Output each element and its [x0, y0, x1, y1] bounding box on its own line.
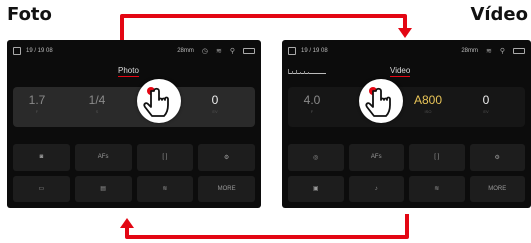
battery-icon: [243, 48, 255, 54]
storage-readout: 19 / 19 08: [26, 48, 53, 54]
aperture-value[interactable]: 4.0 F: [292, 93, 332, 114]
sd-card-icon: [288, 47, 296, 55]
wifi-icon: ≋: [485, 48, 492, 55]
mode-video[interactable]: Video: [390, 66, 411, 77]
battery-icon: [513, 48, 525, 54]
af-button[interactable]: AFs: [74, 144, 132, 171]
sd-card-icon: [13, 47, 21, 55]
settings-button[interactable]: ⚙: [198, 144, 255, 171]
timer-icon: ◷: [201, 48, 208, 55]
aperture-icon: ◎: [313, 154, 319, 161]
arrow-to-photo: [125, 214, 409, 239]
stack-icon: ▤: [100, 186, 106, 193]
aperture-value[interactable]: 1.7 F: [17, 93, 57, 114]
metering-button[interactable]: [ ]: [409, 144, 465, 171]
drive-button[interactable]: ▤: [74, 175, 132, 202]
settings-icon: ⚙: [494, 154, 500, 161]
wifi-button[interactable]: ≋: [409, 175, 465, 202]
photo-screen: 19 / 19 08 28mm ◷ ≋ ⚲ Photo 1.7 F 1/4 S 0E…: [7, 40, 261, 208]
iso-value[interactable]: A800 ISO: [408, 93, 448, 114]
storage-readout: 19 / 19 08: [301, 48, 328, 54]
mic-button[interactable]: ♪: [348, 175, 404, 202]
shutter-value[interactable]: 1/4 S: [77, 93, 117, 114]
wifi-icon: ≋: [162, 186, 168, 193]
mode-photo[interactable]: Photo: [118, 66, 139, 77]
gps-icon: ⚲: [499, 48, 505, 55]
tap-hand-icon: [359, 79, 403, 123]
frame-icon: ▣: [312, 186, 319, 193]
function-grid: ◙ AFs [ ] ⚙ ▭ ▤ ≋ MORE: [13, 144, 255, 202]
gps-icon: ⚲: [229, 48, 235, 55]
format-button[interactable]: ▣: [288, 175, 344, 202]
more-button[interactable]: MORE: [469, 175, 525, 202]
ev-value[interactable]: 0 EV: [466, 93, 506, 114]
metering-button[interactable]: [ ]: [136, 144, 194, 171]
tap-hand-icon: [137, 79, 181, 123]
settings-icon: ⚙: [223, 154, 230, 161]
exposure-panel: 4.0 F A800 ISO 0 EV: [288, 87, 525, 127]
mode-switch[interactable]: Video: [354, 66, 411, 77]
mic-icon: ♪: [374, 185, 378, 192]
status-bar: 19 / 19 08 28mm ≋ ⚲: [288, 46, 525, 56]
focal-length: 28mm: [461, 48, 478, 54]
status-bar: 19 / 19 08 28mm ◷ ≋ ⚲: [13, 46, 255, 56]
aperture-button[interactable]: ◎: [288, 144, 344, 171]
more-button[interactable]: MORE: [198, 175, 255, 202]
ev-value[interactable]: 0 EV: [195, 93, 235, 114]
settings-button[interactable]: ⚙: [469, 144, 525, 171]
wifi-icon: ≋: [434, 186, 440, 193]
af-button[interactable]: AFs: [348, 144, 404, 171]
arrow-head-down: [398, 28, 412, 38]
arrow-to-video: [120, 14, 407, 40]
wifi-button[interactable]: ≋: [136, 175, 194, 202]
wifi-icon: ≋: [215, 48, 222, 55]
frame-icon: ▭: [38, 186, 45, 193]
focal-length: 28mm: [177, 48, 194, 54]
arrow-head-up: [120, 218, 134, 228]
video-screen: 19 / 19 08 28mm ≋ ⚲ Video 4.0 F A800 ISO 0…: [282, 40, 531, 208]
camera-button[interactable]: ◙: [13, 144, 70, 171]
camera-icon: ◙: [39, 154, 44, 161]
exposure-panel: 1.7 F 1/4 S 0 EV: [13, 87, 255, 127]
function-grid: ◎ AFs [ ] ⚙ ▣ ♪ ≋ MORE: [288, 144, 525, 202]
format-button[interactable]: ▭: [13, 175, 70, 202]
audio-level-meter: [288, 68, 326, 74]
mode-switch[interactable]: Photo: [118, 66, 145, 77]
